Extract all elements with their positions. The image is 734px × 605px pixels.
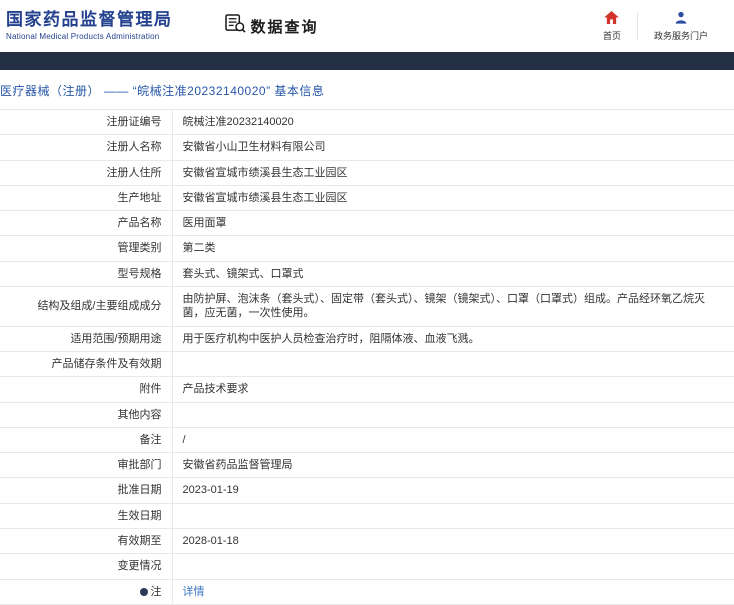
row-value: 用于医疗机构中医护人员检查治疗时，阻隔体液、血液飞溅。 [172,326,734,352]
row-value [172,351,734,378]
home-icon [604,10,620,26]
page-header: 国家药品监督管理局 National Medical Products Admi… [0,0,734,52]
agency-name-en: National Medical Products Administration [6,32,160,42]
registration-info-table: 注册证编号 皖械注准20232140020 注册人名称 安徽省小山卫生材料有限公… [0,109,734,605]
row-value [172,402,734,428]
table-row: 生产地址 安徽省宣城市绩溪县生态工业园区 [0,185,734,212]
table-row: 附件 产品技术要求 [0,376,734,403]
table-row: 结构及组成/主要组成成分 由防护屏、泡沫条（套头式）、固定带（套头式）、镜架（镜… [0,286,734,327]
row-value: 医用面罩 [172,210,734,237]
info-table-body: 注册证编号 皖械注准20232140020 注册人名称 安徽省小山卫生材料有限公… [0,109,734,605]
row-label: 批准日期 [0,477,173,504]
row-label: 注册人住所 [0,160,173,186]
page-title: 医疗器械（注册） —— “皖械注准20232140020” 基本信息 [0,84,325,98]
table-row: 适用范围/预期用途 用于医疗机构中医护人员检查治疗时，阻隔体液、血液飞溅。 [0,326,734,352]
row-label: 生产地址 [0,185,173,212]
row-value: 安徽省小山卫生材料有限公司 [172,134,734,161]
table-row: 产品名称 医用面罩 [0,210,734,237]
row-label: 备注 [0,427,173,454]
agency-name-cn: 国家药品监督管理局 [6,9,173,29]
table-row: 注册人住所 安徽省宣城市绩溪县生态工业园区 [0,160,734,186]
row-label: 型号规格 [0,261,173,288]
row-value: 由防护屏、泡沫条（套头式）、固定带（套头式）、镜架（镜架式）、口罩（口罩式）组成… [172,286,734,327]
agency-logo: 国家药品监督管理局 National Medical Products Admi… [6,9,173,42]
nav-item-portal[interactable]: 政务服务门户 [638,11,724,42]
row-label: 注 [0,579,173,605]
row-value: 产品技术要求 [172,376,734,403]
row-value: 安徽省宣城市绩溪县生态工业园区 [172,185,734,212]
table-row: 其他内容 [0,402,734,428]
row-label: 结构及组成/主要组成成分 [0,286,173,327]
row-value: 详情 [172,579,734,605]
document-search-icon [224,14,246,38]
person-icon [674,11,688,26]
row-label: 附件 [0,376,173,403]
row-value: 皖械注准20232140020 [172,109,734,136]
table-row: 注册证编号 皖械注准20232140020 [0,109,734,136]
section-title: 数据查询 [250,18,319,36]
nav-portal-label: 政务服务门户 [653,30,708,41]
row-label: 审批部门 [0,452,173,479]
row-value [172,553,734,580]
row-label: 管理类别 [0,235,173,262]
row-value: 2023-01-19 [172,477,734,504]
table-row: 产品储存条件及有效期 [0,351,734,378]
row-value: 2028-01-18 [172,528,734,555]
row-label: 注册证编号 [0,109,173,136]
row-label: 生效日期 [0,503,173,530]
table-row: 注册人名称 安徽省小山卫生材料有限公司 [0,134,734,161]
nav-item-home[interactable]: 首页 [587,10,637,42]
table-row: 审批部门 安徽省药品监督管理局 [0,452,734,479]
row-label: 变更情况 [0,553,173,580]
table-row: 变更情况 [0,553,734,580]
table-row: 批准日期 2023-01-19 [0,477,734,504]
table-row: 备注 / [0,427,734,454]
row-label: 产品名称 [0,210,173,237]
table-row: 有效期至 2028-01-18 [0,528,734,555]
table-row: 注 详情 [0,579,734,605]
top-nav: 首页 政务服务门户 [587,10,724,42]
row-value: 安徽省药品监督管理局 [172,452,734,479]
row-value [172,503,734,530]
row-value: 安徽省宣城市绩溪县生态工业园区 [172,160,734,186]
note-bullet-icon [139,587,148,596]
data-query-header: 数据查询 [224,14,319,38]
detail-link[interactable]: 详情 [183,586,205,598]
row-label: 有效期至 [0,528,173,555]
table-row: 生效日期 [0,503,734,530]
row-label: 其他内容 [0,402,173,428]
table-row: 管理类别 第二类 [0,235,734,262]
row-value: 套头式、镜架式、口罩式 [172,261,734,288]
row-value: 第二类 [172,235,734,262]
table-row: 型号规格 套头式、镜架式、口罩式 [0,261,734,288]
row-label: 注册人名称 [0,134,173,161]
row-value: / [172,427,734,454]
nav-home-label: 首页 [602,30,621,41]
row-label: 产品储存条件及有效期 [0,351,173,378]
row-label: 适用范围/预期用途 [0,326,173,352]
nav-bar [0,52,734,70]
